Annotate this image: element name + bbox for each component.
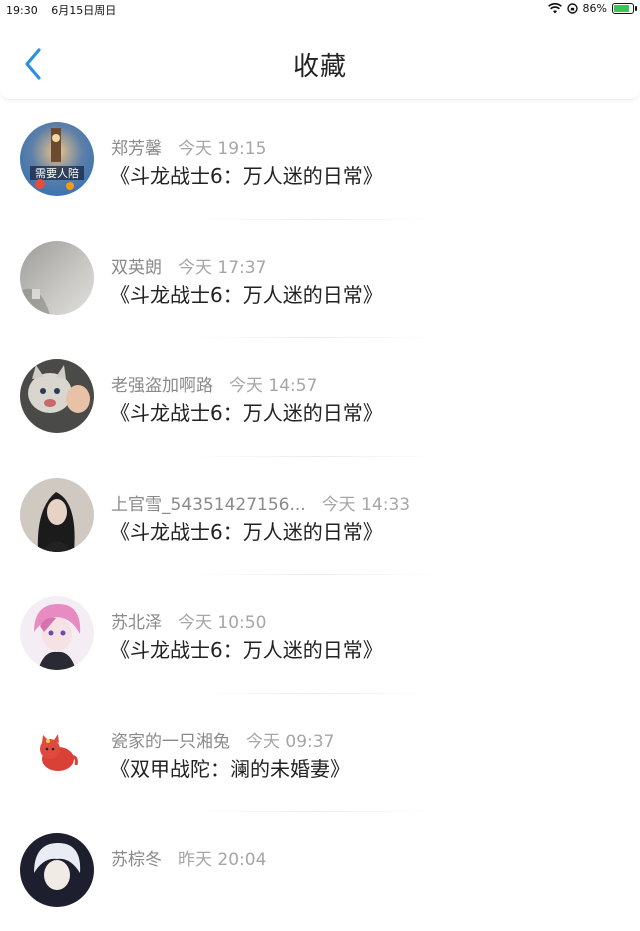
favorites-list: 需要人陪 郑芳馨 今天 19:15 《斗龙战士6：万人迷的日常》 双英朗 今天 … bbox=[0, 101, 640, 931]
timestamp: 今天 17:37 bbox=[178, 257, 267, 278]
avatar bbox=[20, 596, 94, 670]
item-meta: 双英朗 今天 17:37 bbox=[111, 253, 266, 278]
battery-icon bbox=[612, 3, 637, 14]
username: 苏北泽 bbox=[111, 613, 162, 633]
timestamp: 今天 14:33 bbox=[321, 494, 411, 515]
username: 双英朗 bbox=[111, 257, 162, 278]
item-meta: 上官雪_54351427156... 今天 14:33 bbox=[111, 490, 410, 515]
username: 郑芳馨 bbox=[111, 139, 162, 159]
item-meta: 瓷家的一只湘兔 今天 09:37 bbox=[111, 727, 334, 752]
navigation-bar: 收藏 bbox=[0, 20, 640, 100]
book-title: 《斗龙战士6：万人迷的日常》 bbox=[110, 519, 383, 544]
status-bar: 19:30 6月15日周日 86% bbox=[0, 0, 640, 18]
username: 老强盗加啊路 bbox=[111, 376, 213, 396]
orientation-lock-icon bbox=[566, 3, 578, 14]
book-title: 《斗龙战士6：万人迷的日常》 bbox=[110, 164, 383, 188]
username: 瓷家的一只湘兔 bbox=[111, 731, 230, 752]
battery-fill bbox=[614, 5, 630, 12]
timestamp: 今天 09:37 bbox=[246, 731, 335, 752]
item-meta: 郑芳馨 今天 19:15 bbox=[111, 134, 266, 159]
list-item[interactable]: 瓷家的一只湘兔 今天 09:37 《双甲战陀：澜的未婚妻》 bbox=[0, 694, 640, 812]
avatar: 需要人陪 bbox=[20, 122, 94, 196]
svg-text:需要人陪: 需要人陪 bbox=[35, 166, 79, 180]
timestamp: 今天 19:15 bbox=[178, 139, 267, 159]
avatar bbox=[20, 240, 94, 315]
list-item[interactable]: 需要人陪 郑芳馨 今天 19:15 《斗龙战士6：万人迷的日常》 bbox=[0, 101, 640, 220]
list-item[interactable]: 苏棕冬 昨天 20:04 bbox=[0, 812, 640, 931]
timestamp: 今天 10:50 bbox=[178, 613, 267, 633]
timestamp: 今天 14:57 bbox=[229, 376, 318, 396]
avatar bbox=[20, 359, 94, 433]
avatar bbox=[20, 833, 94, 907]
avatar bbox=[20, 714, 94, 789]
timestamp: 昨天 20:04 bbox=[178, 850, 267, 870]
item-meta: 苏棕冬 昨天 20:04 bbox=[111, 845, 266, 870]
list-item[interactable]: 老强盗加啊路 今天 14:57 《斗龙战士6：万人迷的日常》 bbox=[0, 338, 640, 457]
book-title: 《斗龙战士6：万人迷的日常》 bbox=[110, 282, 383, 307]
page-title: 收藏 bbox=[292, 52, 347, 82]
book-title: 《双甲战陀：澜的未婚妻》 bbox=[110, 756, 350, 781]
status-time: 19:30 bbox=[6, 4, 38, 17]
avatar bbox=[20, 477, 94, 552]
wifi-icon bbox=[547, 3, 562, 14]
item-meta: 老强盗加啊路 今天 14:57 bbox=[111, 371, 317, 396]
battery-percent: 86% bbox=[582, 2, 607, 15]
status-date: 6月15日周日 bbox=[51, 4, 117, 17]
username: 上官雪_54351427156... bbox=[111, 494, 306, 515]
item-meta: 苏北泽 今天 10:50 bbox=[111, 608, 266, 633]
book-title: 《斗龙战士6：万人迷的日常》 bbox=[110, 638, 383, 662]
list-item[interactable]: 双英朗 今天 17:37 《斗龙战士6：万人迷的日常》 bbox=[0, 220, 640, 338]
username: 苏棕冬 bbox=[111, 850, 162, 870]
book-title: 《斗龙战士6：万人迷的日常》 bbox=[110, 401, 383, 425]
list-item[interactable]: 苏北泽 今天 10:50 《斗龙战士6：万人迷的日常》 bbox=[0, 575, 640, 694]
list-item[interactable]: 上官雪_54351427156... 今天 14:33 《斗龙战士6：万人迷的日常… bbox=[0, 457, 640, 575]
